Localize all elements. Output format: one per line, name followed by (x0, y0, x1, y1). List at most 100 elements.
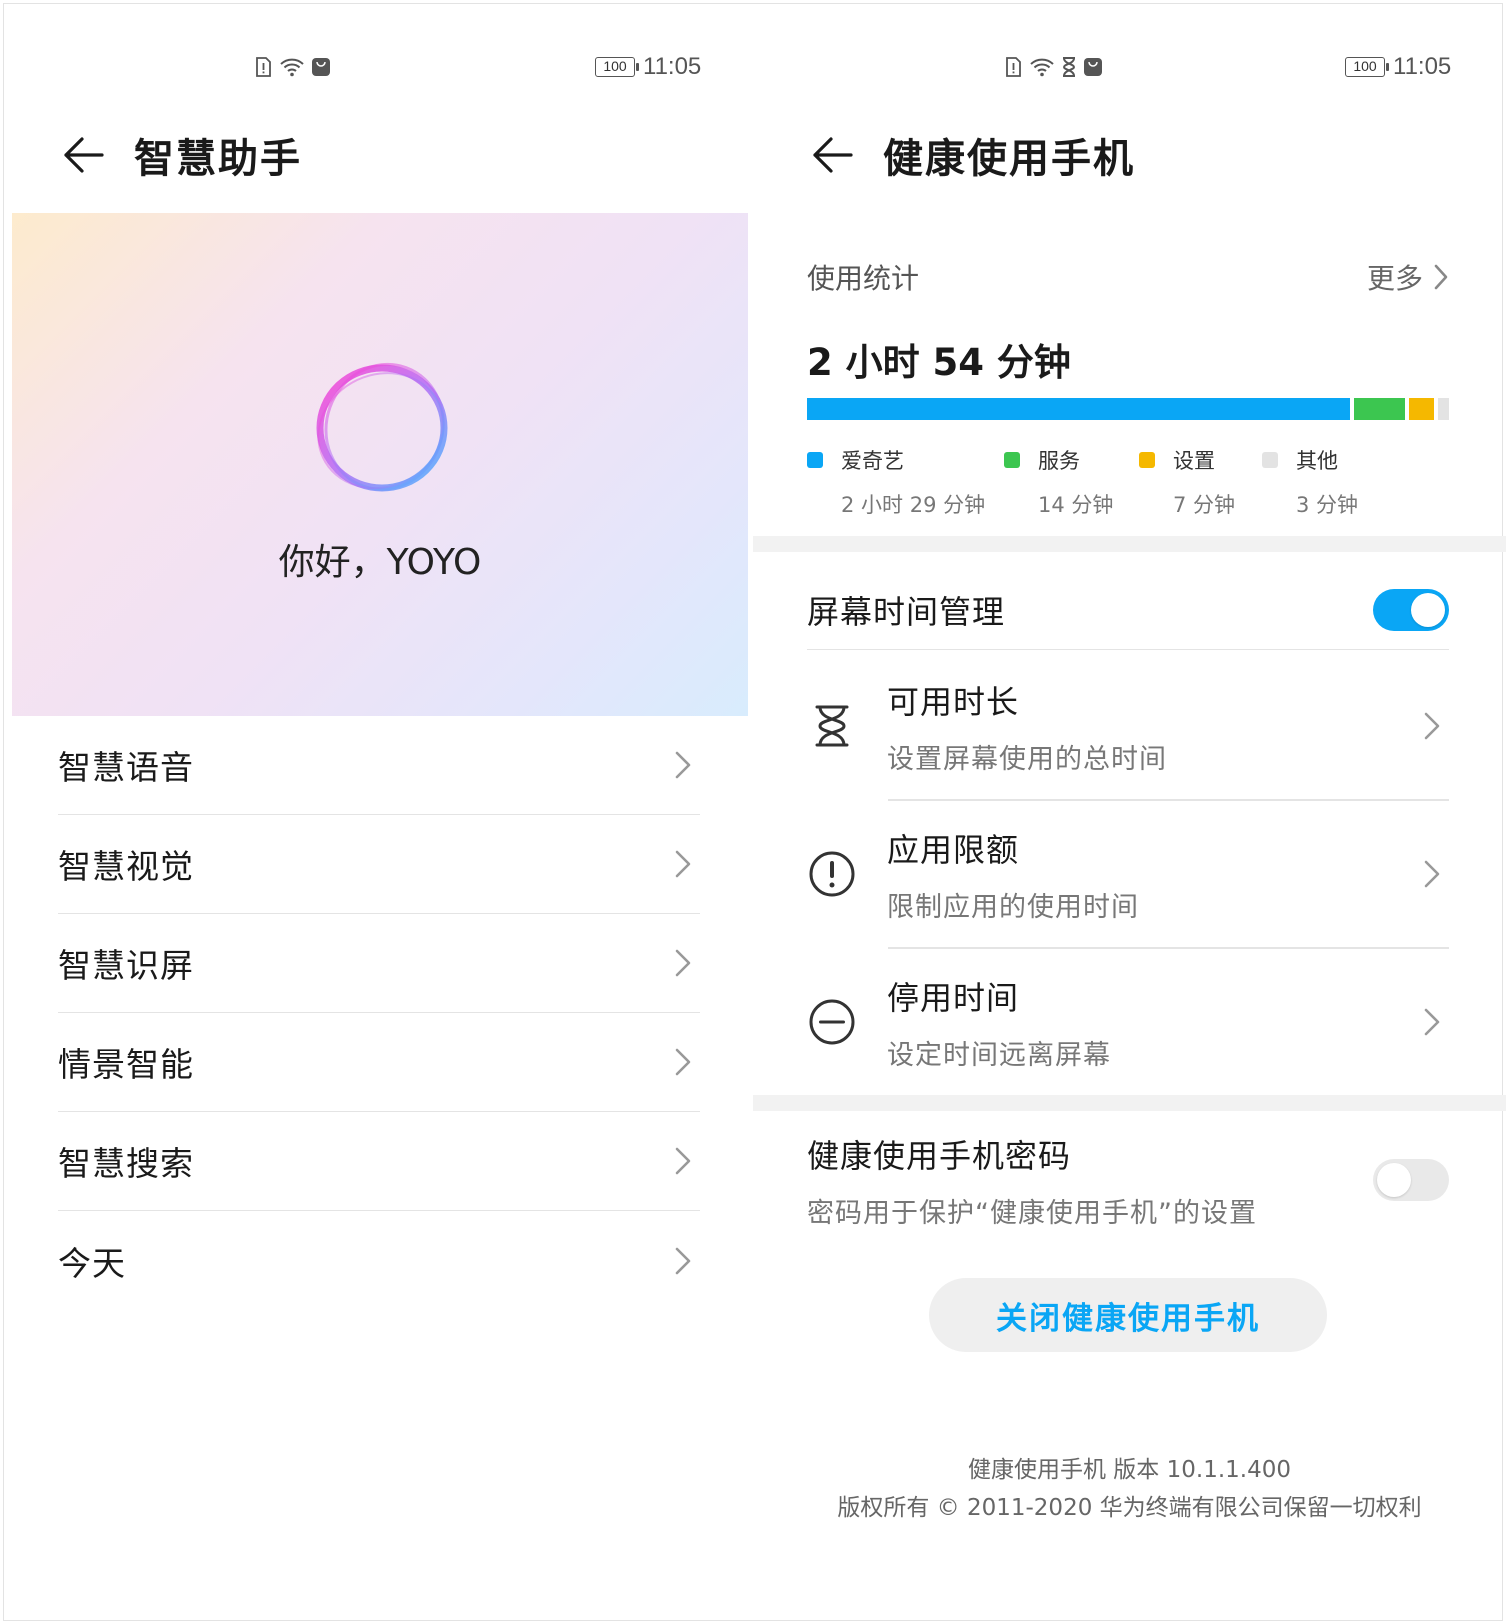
menu-item-smart-search[interactable]: 智慧搜索 (58, 1112, 700, 1211)
disable-digital-balance-button[interactable]: 关闭健康使用手机 (929, 1278, 1327, 1352)
app-header: 智慧助手 (58, 120, 302, 190)
greeting-text: 你好，YOYO (278, 542, 482, 583)
legend-item-iqiyi: 爱奇艺 2 小时 29 分钟 (807, 445, 1004, 519)
version-text: 健康使用手机 版本 10.1.1.400 (968, 1457, 1291, 1483)
legend-item-settings: 设置 7 分钟 (1139, 445, 1262, 519)
wifi-icon (280, 58, 304, 77)
chevron-right-icon (675, 751, 691, 779)
back-button[interactable] (807, 130, 857, 180)
menu-item-label: 智慧搜索 (58, 1144, 194, 1183)
menu-item-label: 智慧语音 (58, 748, 194, 787)
password-toggle[interactable] (1373, 1159, 1449, 1201)
more-link[interactable]: 更多 (1367, 257, 1449, 297)
chevron-right-icon (1424, 712, 1440, 740)
battery-indicator: 100 (595, 57, 639, 77)
option-subtitle: 限制应用的使用时间 (887, 891, 1139, 923)
chevron-right-icon (675, 949, 691, 977)
battery-indicator: 100 (1345, 57, 1389, 77)
password-title: 健康使用手机密码 (807, 1136, 1072, 1175)
option-available-time[interactable]: 可用时长 设置屏幕使用的总时间 (807, 652, 1449, 800)
password-row: 健康使用手机密码 密码用于保护“健康使用手机”的设置 (807, 1130, 1449, 1230)
chevron-right-icon (675, 1048, 691, 1076)
toggle-knob (1411, 592, 1445, 627)
total-usage-time: 2 小时 54 分钟 (807, 341, 1071, 384)
chevron-right-icon (1424, 1008, 1440, 1036)
legend-value: 14 分钟 (1038, 493, 1114, 517)
page-title: 健康使用手机 (883, 136, 1135, 182)
option-title: 停用时间 (887, 978, 1020, 1017)
legend-name: 服务 (1038, 449, 1080, 473)
menu-item-today[interactable]: 今天 (58, 1211, 700, 1310)
legend-name: 其他 (1296, 449, 1338, 473)
more-label: 更多 (1366, 262, 1423, 295)
wifi-icon (1030, 58, 1054, 77)
legend-name: 设置 (1173, 449, 1215, 473)
menu-item-label: 智慧视觉 (58, 847, 194, 886)
status-time: 11:05 (643, 53, 702, 80)
smart-assistant-screen: 100 11:05 智慧助手 你好，YOYO 智慧语音 智慧视觉 智慧识屏 情景… (0, 0, 753, 1624)
chevron-right-icon (1424, 860, 1440, 888)
back-button[interactable] (58, 130, 108, 180)
huawei-app-icon (1084, 58, 1102, 76)
digital-balance-screen: 100 11:05 健康使用手机 使用统计 更多 2 小时 54 分钟 爱奇艺 … (753, 0, 1506, 1624)
usage-bar-segment (1438, 398, 1449, 420)
legend-swatch (1004, 452, 1020, 468)
legend-swatch (1262, 452, 1278, 468)
menu-item-smart-screen-recognition[interactable]: 智慧识屏 (58, 914, 700, 1013)
menu-item-smart-vision[interactable]: 智慧视觉 (58, 815, 700, 914)
screen-time-management-row: 屏幕时间管理 (807, 570, 1449, 650)
chevron-right-icon (675, 850, 691, 878)
option-title: 应用限额 (887, 830, 1020, 869)
usage-stacked-bar (807, 398, 1449, 420)
usage-stats-header: 使用统计 更多 (807, 255, 1449, 299)
status-bar-icons (253, 52, 331, 82)
usage-bar-segment (1354, 398, 1405, 420)
page-title: 智慧助手 (134, 136, 302, 182)
huawei-app-icon (312, 58, 330, 76)
option-downtime[interactable]: 停用时间 设定时间远离屏幕 (807, 948, 1449, 1096)
password-subtitle: 密码用于保护“健康使用手机”的设置 (807, 1197, 1257, 1229)
hourglass-icon (815, 705, 849, 747)
assistant-hero-banner: 你好，YOYO (12, 213, 748, 716)
menu-item-smart-voice[interactable]: 智慧语音 (58, 716, 700, 815)
chevron-right-icon (1434, 264, 1448, 290)
legend-value: 2 小时 29 分钟 (841, 493, 986, 517)
back-arrow-icon (813, 137, 853, 173)
section-divider (753, 1095, 1506, 1111)
usage-bar-segment (807, 398, 1350, 420)
legend-value: 3 分钟 (1296, 493, 1359, 517)
usage-bar-segment (1409, 398, 1434, 420)
legend-swatch (1139, 452, 1155, 468)
legend-item-services: 服务 14 分钟 (1004, 445, 1139, 519)
section-divider (753, 536, 1506, 552)
menu-item-scene-intelligence[interactable]: 情景智能 (58, 1013, 700, 1112)
hourglass-status-icon (1062, 57, 1076, 77)
legend-name: 爱奇艺 (841, 449, 904, 473)
assistant-menu: 智慧语音 智慧视觉 智慧识屏 情景智能 智慧搜索 今天 (58, 716, 700, 1310)
menu-item-label: 情景智能 (58, 1045, 194, 1084)
option-title: 可用时长 (887, 682, 1020, 721)
minus-circle-icon (809, 999, 855, 1045)
usage-stats-label: 使用统计 (807, 262, 920, 295)
back-arrow-icon (64, 137, 104, 173)
sim-alert-icon (256, 57, 271, 77)
toggle-knob (1377, 1163, 1411, 1197)
yoyo-ring-logo[interactable] (307, 358, 457, 498)
legend-item-other: 其他 3 分钟 (1262, 445, 1432, 519)
copyright-text: 版权所有 © 2011-2020 华为终端有限公司保留一切权利 (837, 1495, 1422, 1521)
menu-item-label: 今天 (58, 1243, 126, 1283)
usage-legend: 爱奇艺 2 小时 29 分钟 服务 14 分钟 设置 7 分钟 其他 3 分钟 (807, 445, 1449, 519)
screen-time-toggle[interactable] (1373, 588, 1449, 631)
option-subtitle: 设置屏幕使用的总时间 (887, 743, 1167, 775)
status-bar-icons (1003, 52, 1103, 82)
option-app-limits[interactable]: 应用限额 限制应用的使用时间 (807, 800, 1449, 948)
legend-swatch (807, 452, 823, 468)
sim-alert-icon (1006, 57, 1021, 77)
menu-item-label: 智慧识屏 (58, 946, 194, 985)
alert-circle-icon (809, 851, 855, 897)
chevron-right-icon (675, 1247, 691, 1274)
app-header: 健康使用手机 (807, 120, 1135, 190)
status-bar-right: 100 11:05 (1345, 52, 1451, 82)
option-subtitle: 设定时间远离屏幕 (887, 1039, 1111, 1071)
status-time: 11:05 (1393, 53, 1452, 80)
